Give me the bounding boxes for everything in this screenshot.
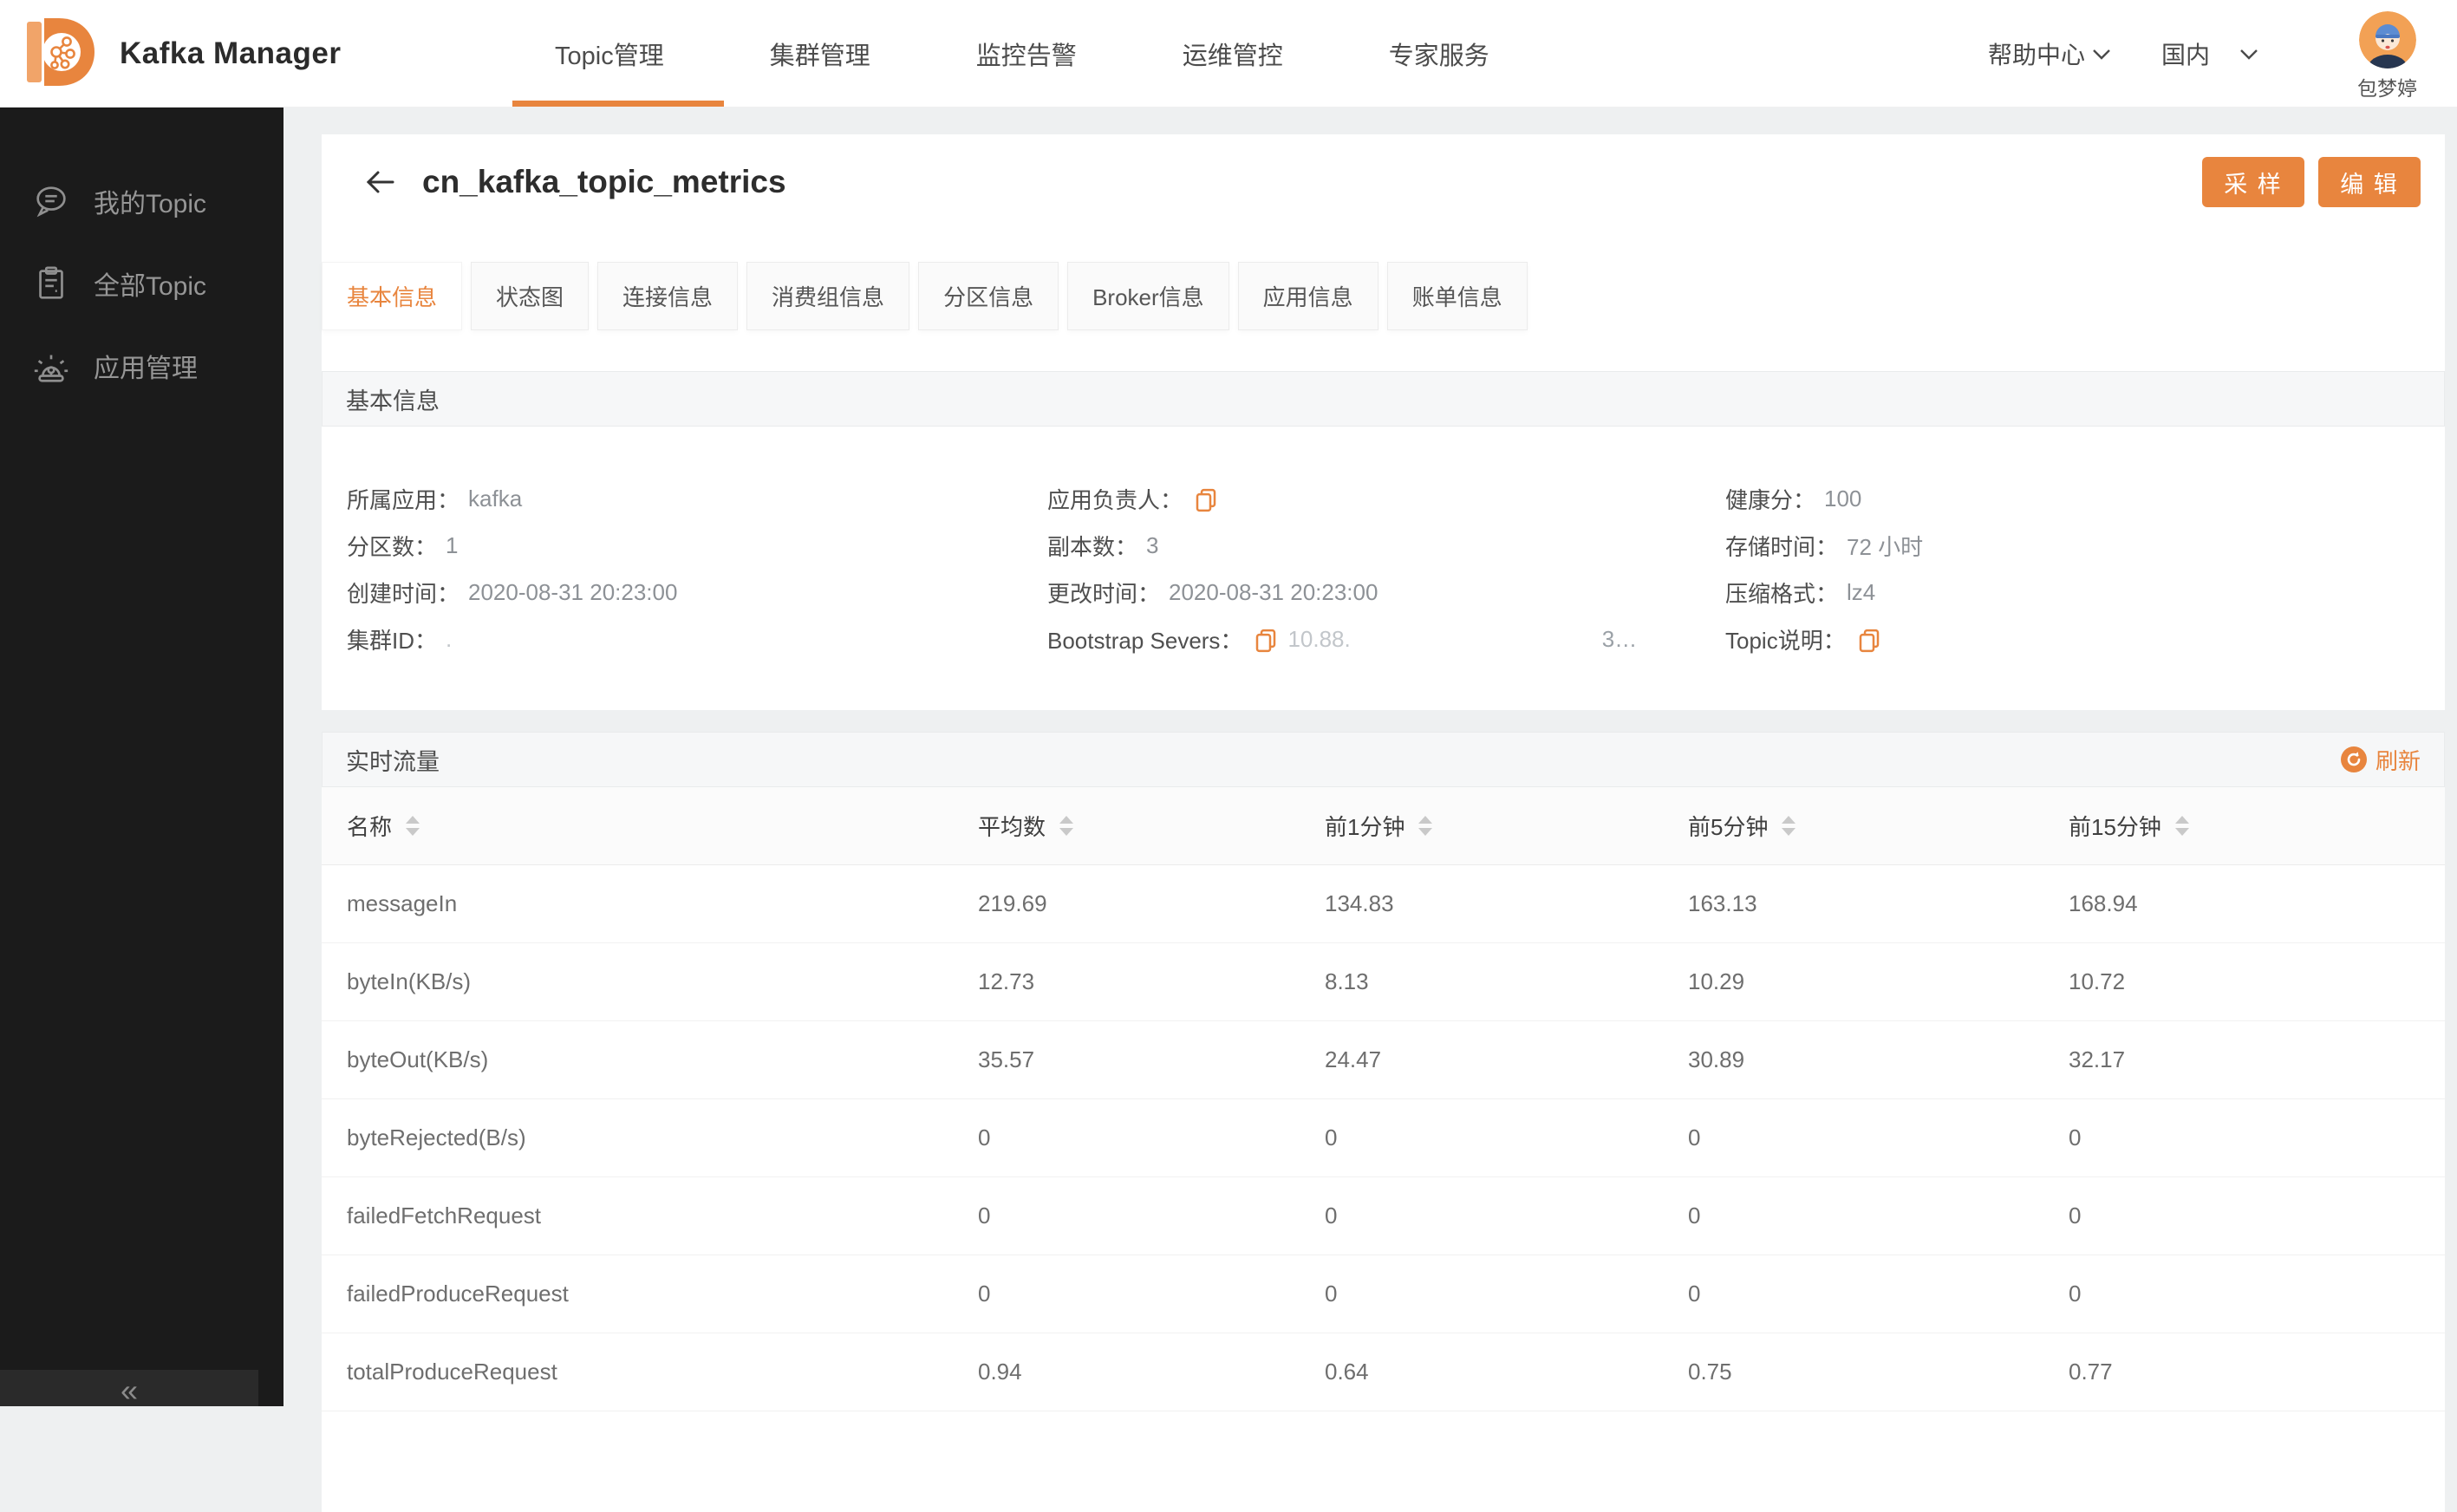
tab-consumer-group-info[interactable]: 消费组信息 <box>746 262 910 330</box>
sidebar-item-label: 我的Topic <box>94 190 207 218</box>
sample-button[interactable]: 采 样 <box>2202 157 2304 207</box>
nav-expert-service[interactable]: 专家服务 <box>1389 36 1489 72</box>
field-health-score: 健康分： 100 <box>1725 485 1862 513</box>
realtime-section-header: 实时流量 刷新 <box>322 732 2445 787</box>
active-nav-underline <box>512 101 724 107</box>
sidebar: 我的Topic 全部Topic 应用管理 « <box>0 108 284 1406</box>
chat-bubble-icon <box>36 186 66 218</box>
tab-partition-info[interactable]: 分区信息 <box>918 262 1059 330</box>
tab-connection-info[interactable]: 连接信息 <box>597 262 739 330</box>
tab-bill-info[interactable]: 账单信息 <box>1386 262 1528 330</box>
table-row: failedProduceRequest 0 0 0 0 <box>322 1255 2445 1333</box>
field-retention: 存储时间： 72 小时 <box>1725 533 1924 560</box>
section-title: 基本信息 <box>346 388 440 414</box>
refresh-label: 刷新 <box>2375 747 2421 774</box>
region-label: 国内 <box>2160 42 2210 68</box>
help-center-label: 帮助中心 <box>1987 42 2085 68</box>
column-header-last-15min[interactable]: 前15分钟 <box>2069 810 2445 842</box>
sidebar-item-app-management[interactable]: 应用管理 <box>31 340 284 392</box>
nav-topic-management[interactable]: Topic管理 <box>555 36 664 72</box>
copy-icon[interactable] <box>1193 487 1219 513</box>
refresh-button[interactable]: 刷新 <box>2340 744 2421 776</box>
top-header: Kafka Manager Topic管理 集群管理 监控告警 运维管控 专家服… <box>0 0 2457 108</box>
field-modified-time: 更改时间： 2020-08-31 20:23:00 <box>1047 578 1378 607</box>
copy-icon[interactable] <box>1856 628 1882 654</box>
nav-cluster-management[interactable]: 集群管理 <box>770 36 870 72</box>
table-row: totalProduceRequest 0.94 0.64 0.75 0.77 <box>322 1333 2445 1411</box>
column-header-average[interactable]: 平均数 <box>978 810 1325 842</box>
copy-icon[interactable] <box>1253 628 1279 654</box>
field-topic-description: Topic说明： <box>1725 616 2445 662</box>
field-cluster-id: 集群ID： . <box>347 625 453 654</box>
sidebar-item-label: 应用管理 <box>94 355 198 383</box>
help-center-menu[interactable]: 帮助中心 <box>1988 36 2111 71</box>
sidebar-item-my-topic[interactable]: 我的Topic <box>31 175 284 227</box>
sidebar-item-label: 全部Topic <box>94 272 207 301</box>
realtime-traffic-card: 实时流量 刷新 名称 平均数 前1分钟 前5分钟 前15分钟 messageIn… <box>322 732 2445 1512</box>
nav-ops-control[interactable]: 运维管控 <box>1183 36 1283 72</box>
table-row: byteRejected(B/s) 0 0 0 0 <box>322 1099 2445 1177</box>
field-bootstrap-servers: Bootstrap Severs： 10.88. 3… <box>1047 625 1638 654</box>
tab-app-info[interactable]: 应用信息 <box>1237 262 1378 330</box>
field-app: 所属应用： kafka <box>347 485 523 513</box>
field-created-time: 创建时间： 2020-08-31 20:23:00 <box>347 578 678 607</box>
section-title: 实时流量 <box>346 748 440 775</box>
app-logo-icon[interactable] <box>16 12 95 92</box>
brand-title: Kafka Manager <box>120 36 342 70</box>
chevron-down-icon <box>2240 49 2258 60</box>
sort-icon[interactable] <box>1418 816 1433 836</box>
main-content: cn_kafka_topic_metrics 采 样 编 辑 基本信息 状态图 … <box>284 108 2457 1512</box>
tab-broker-info[interactable]: Broker信息 <box>1067 262 1229 330</box>
traffic-table-header: 名称 平均数 前1分钟 前5分钟 前15分钟 <box>322 787 2445 865</box>
column-header-last-5min[interactable]: 前5分钟 <box>1688 810 2069 842</box>
table-row: failedFetchRequest 0 0 0 0 <box>322 1177 2445 1255</box>
region-selector[interactable]: 国内 <box>2161 36 2258 71</box>
field-replicas: 副本数： 3 <box>1047 531 1159 560</box>
user-avatar[interactable] <box>2358 11 2416 68</box>
tab-status-chart[interactable]: 状态图 <box>471 262 590 330</box>
chevron-down-icon <box>2093 49 2110 60</box>
sort-icon[interactable] <box>1782 816 1796 836</box>
topic-detail-card: cn_kafka_topic_metrics 采 样 编 辑 基本信息 状态图 … <box>322 134 2445 710</box>
sort-icon[interactable] <box>2174 816 2189 836</box>
field-partitions: 分区数： 1 <box>347 531 459 560</box>
alarm-light-icon <box>34 355 68 382</box>
column-header-name[interactable]: 名称 <box>347 810 978 842</box>
detail-tabs: 基本信息 状态图 连接信息 消费组信息 分区信息 Broker信息 应用信息 账… <box>322 262 2445 330</box>
field-compression: 压缩格式： lz4 <box>1725 578 1876 607</box>
clipboard-icon <box>39 266 63 299</box>
nav-monitor-alert[interactable]: 监控告警 <box>976 36 1077 72</box>
username: 包梦婷 <box>2357 77 2417 100</box>
sort-icon[interactable] <box>406 816 420 836</box>
sidebar-collapse-button[interactable]: « <box>0 1370 258 1406</box>
field-owner: 应用负责人： <box>1047 475 1725 522</box>
tab-basic-info[interactable]: 基本信息 <box>322 262 463 330</box>
sort-icon[interactable] <box>1059 816 1074 836</box>
table-row: byteOut(KB/s) 35.57 24.47 30.89 32.17 <box>322 1021 2445 1099</box>
sidebar-item-all-topic[interactable]: 全部Topic <box>31 257 284 310</box>
page-title: cn_kafka_topic_metrics <box>422 164 786 199</box>
column-header-last-1min[interactable]: 前1分钟 <box>1325 810 1688 842</box>
basic-info-section-header: 基本信息 <box>322 371 2445 427</box>
basic-info-fields: 所属应用： kafka 应用负责人： 健康分： 100 分区数： 1 副本数： <box>322 427 2445 710</box>
collapse-chevrons-icon: « <box>120 1372 139 1408</box>
edit-button[interactable]: 编 辑 <box>2318 157 2421 207</box>
table-row: messageIn 219.69 134.83 163.13 168.94 <box>322 865 2445 943</box>
main-nav: Topic管理 集群管理 监控告警 运维管控 专家服务 <box>555 0 1489 108</box>
table-row: byteIn(KB/s) 12.73 8.13 10.29 10.72 <box>322 943 2445 1021</box>
refresh-icon <box>2340 746 2367 772</box>
back-arrow-icon[interactable] <box>363 165 398 199</box>
